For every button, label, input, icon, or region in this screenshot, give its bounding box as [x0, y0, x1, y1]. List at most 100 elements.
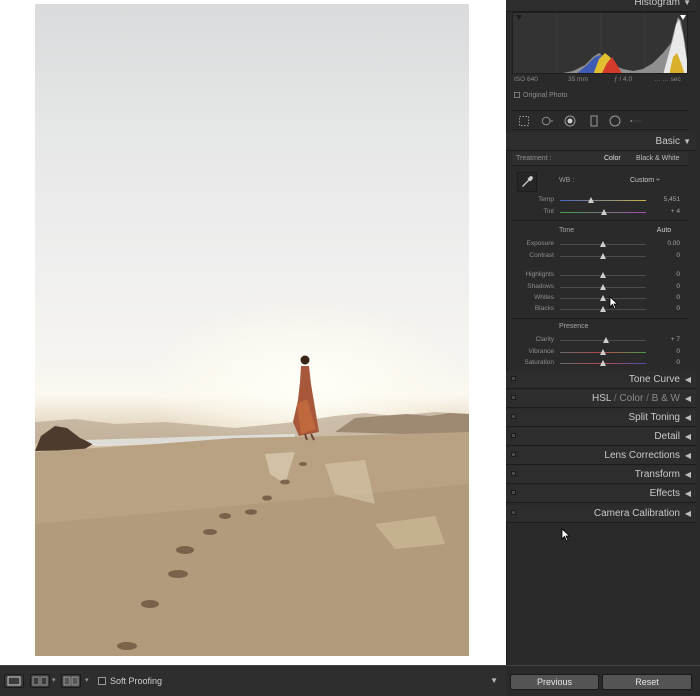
split-toning-header[interactable]: Split Toning ◀ [506, 409, 696, 427]
clarity-slider-row[interactable]: Clarity + 7 [512, 334, 688, 346]
temp-label: Temp [538, 196, 554, 203]
yy-compare-button[interactable] [61, 674, 81, 688]
temp-value[interactable]: 5,451 [664, 196, 680, 203]
saturation-value[interactable]: 0 [676, 359, 680, 366]
panel-switch-icon[interactable] [511, 510, 516, 515]
expand-triangle-icon: ◀ [684, 470, 691, 479]
previous-button[interactable]: Previous [510, 674, 599, 690]
soft-proofing-toggle[interactable]: Soft Proofing [98, 676, 162, 686]
crop-overlay-icon[interactable] [518, 115, 530, 127]
bw-tab[interactable]: B & W [652, 393, 680, 404]
loupe-view-button[interactable] [4, 674, 24, 688]
spot-removal-icon[interactable] [541, 115, 553, 127]
panel-switch-icon[interactable] [511, 471, 516, 476]
beach-photo[interactable] [35, 4, 469, 656]
treatment-bw-option[interactable]: Black & White [636, 155, 680, 162]
tint-label: Tint [543, 208, 554, 215]
highlights-value[interactable]: 0 [676, 271, 680, 278]
develop-right-panel [506, 0, 700, 665]
saturation-slider-thumb[interactable] [600, 360, 606, 366]
temp-slider-track[interactable] [560, 200, 646, 201]
chevron-down-icon[interactable]: ▾ [52, 676, 56, 684]
transform-header[interactable]: Transform ◀ [506, 466, 696, 484]
blacks-value[interactable]: 0 [676, 305, 680, 312]
highlights-label: Highlights [525, 271, 554, 278]
exposure-slider-thumb[interactable] [600, 241, 606, 247]
exif-aperture: ƒ / 4.0 [614, 76, 633, 83]
hsl-header[interactable]: HSL / Color / B & W ◀ [506, 390, 696, 408]
tone-curve-header[interactable]: Tone Curve ◀ [506, 371, 696, 389]
basic-panel-title: Basic [655, 136, 680, 147]
exposure-value[interactable]: 0.00 [667, 240, 680, 247]
exposure-slider-row[interactable]: Exposure 0.00 [512, 238, 688, 250]
chevron-down-icon[interactable]: ▾ [85, 676, 89, 684]
original-photo-toggle[interactable]: Original Photo [514, 92, 567, 99]
histogram[interactable] [512, 12, 688, 74]
shadows-slider-thumb[interactable] [600, 284, 606, 290]
highlights-slider-thumb[interactable] [600, 272, 606, 278]
panel-switch-icon[interactable] [511, 376, 516, 381]
tool-strip [512, 110, 688, 130]
panel-switch-icon[interactable] [511, 414, 516, 419]
expand-triangle-icon: ◀ [684, 375, 691, 384]
before-after-button[interactable] [30, 674, 50, 688]
shadows-value[interactable]: 0 [676, 283, 680, 290]
treatment-color-option[interactable]: Color [604, 155, 621, 162]
saturation-slider-row[interactable]: Saturation 0 [512, 357, 688, 369]
contrast-value[interactable]: 0 [676, 252, 680, 259]
exif-focal-length: 35 mm [568, 76, 588, 83]
graduated-filter-icon[interactable] [588, 115, 600, 127]
camera-calibration-header[interactable]: Camera Calibration ◀ [506, 505, 696, 523]
vibrance-slider-thumb[interactable] [600, 349, 606, 355]
temp-slider-thumb[interactable] [587, 197, 594, 203]
whites-label: Whites [534, 294, 554, 301]
original-photo-checkbox[interactable] [514, 92, 520, 98]
transform-title: Transform [634, 469, 680, 480]
effects-header[interactable]: Effects ◀ [506, 485, 696, 503]
whites-slider-thumb[interactable] [600, 295, 606, 301]
blacks-slider-row[interactable]: Blacks 0 [512, 303, 688, 315]
color-tab[interactable]: Color [619, 393, 643, 404]
basic-panel-header[interactable]: Basic ▼ [506, 133, 696, 151]
photo-canvas[interactable] [0, 0, 506, 665]
photo-scene [35, 355, 469, 656]
detail-title: Detail [654, 431, 680, 442]
soft-proofing-checkbox[interactable] [98, 677, 106, 685]
red-eye-icon[interactable] [564, 115, 576, 127]
detail-header[interactable]: Detail ◀ [506, 428, 696, 446]
panel-switch-icon[interactable] [511, 490, 516, 495]
blacks-slider-thumb[interactable] [600, 306, 606, 312]
highlights-slider-row[interactable]: Highlights 0 [512, 269, 688, 281]
tint-value[interactable]: + 4 [671, 208, 680, 215]
panel-switch-icon[interactable] [511, 452, 516, 457]
whites-value[interactable]: 0 [676, 294, 680, 301]
vibrance-value[interactable]: 0 [676, 348, 680, 355]
clarity-value[interactable]: + 7 [671, 336, 680, 343]
temp-slider-row[interactable]: Temp 5,451 [512, 194, 688, 206]
toolbar-menu-chevron-icon[interactable]: ▼ [490, 676, 498, 685]
eyedropper-icon[interactable] [517, 172, 537, 192]
hsl-tab[interactable]: HSL [592, 393, 611, 404]
contrast-slider-row[interactable]: Contrast 0 [512, 250, 688, 262]
panel-switch-icon[interactable] [511, 433, 516, 438]
expand-triangle-icon: ◀ [684, 489, 691, 498]
radial-filter-icon[interactable] [609, 115, 621, 127]
panel-switch-icon[interactable] [511, 395, 516, 400]
auto-tone-button[interactable]: Auto [650, 226, 678, 236]
reset-button[interactable]: Reset [602, 674, 692, 690]
blacks-label: Blacks [534, 305, 554, 312]
soft-proofing-label: Soft Proofing [110, 676, 163, 686]
adjustment-brush-icon[interactable] [630, 115, 642, 127]
contrast-slider-thumb[interactable] [600, 253, 606, 259]
tone-curve-title: Tone Curve [628, 374, 680, 385]
split-toning-title: Split Toning [628, 412, 680, 423]
tint-slider-thumb[interactable] [600, 209, 607, 215]
tint-slider-row[interactable]: Tint + 4 [512, 206, 688, 218]
mouse-pointer-icon [609, 296, 619, 310]
treatment-label: Treatment : [516, 155, 552, 162]
histogram-header[interactable]: Histogram ▼ [506, 0, 696, 12]
clarity-slider-thumb[interactable] [602, 337, 609, 343]
lens-corrections-header[interactable]: Lens Corrections ◀ [506, 447, 696, 465]
wb-preset-select[interactable]: Custom ÷ [630, 177, 660, 184]
histogram-exif: ISO 640 35 mm ƒ / 4.0 … … sec [514, 76, 686, 86]
